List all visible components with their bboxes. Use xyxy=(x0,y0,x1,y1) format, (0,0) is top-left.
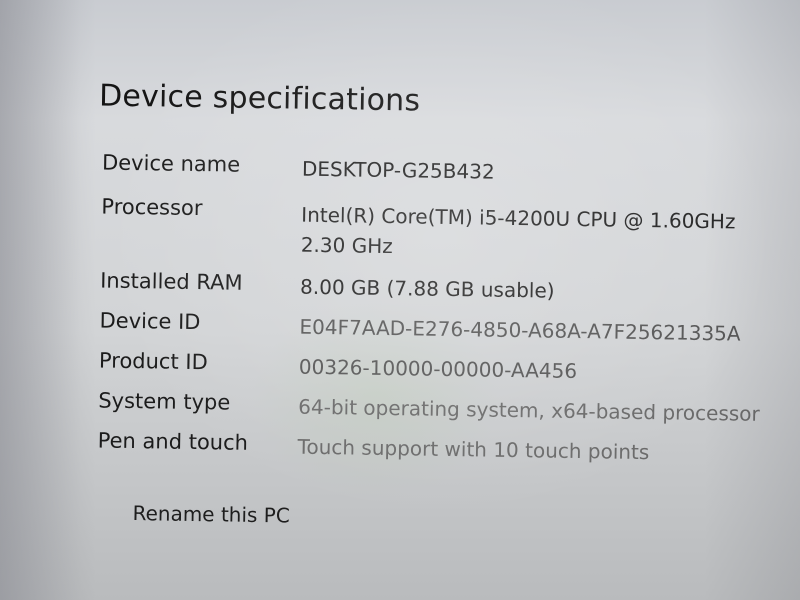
spec-value: E04F7AAD-E276-4850-A68A-A7F25621335A xyxy=(299,314,741,346)
spec-value: 00326-10000-00000-AA456 xyxy=(298,354,578,384)
spec-label: Processor xyxy=(101,194,203,221)
spec-row-pen-and-touch: Pen and touch Touch support with 10 touc… xyxy=(97,428,797,469)
spec-row-product-id: Product ID 00326-10000-00000-AA456 xyxy=(99,348,799,389)
spec-value: 64-bit operating system, x64-based proce… xyxy=(298,394,760,426)
section-title: Device specifications xyxy=(98,78,421,119)
spec-row-system-type: System type 64-bit operating system, x64… xyxy=(98,388,798,429)
spec-value: Touch support with 10 touch points xyxy=(297,434,650,465)
spec-value: DESKTOP-G25B432 xyxy=(301,156,495,184)
spec-label: Product ID xyxy=(98,348,208,375)
rename-pc-button[interactable]: Rename this PC xyxy=(132,501,290,527)
spec-label: Pen and touch xyxy=(97,428,249,455)
spec-label: Device name xyxy=(101,150,241,177)
spec-row-installed-ram: Installed RAM 8.00 GB (7.88 GB usable) xyxy=(100,269,800,310)
spec-label: Installed RAM xyxy=(100,268,243,295)
spec-label: Device ID xyxy=(99,308,201,335)
spec-row-processor: Processor Intel(R) Core(TM) i5-4200U CPU… xyxy=(101,195,800,268)
spec-value-line2: 2.30 GHz xyxy=(300,232,393,259)
device-specifications-panel: Device specifications Device name DESKTO… xyxy=(61,40,800,600)
spec-row-device-name: Device name DESKTOP-G25B432 xyxy=(102,151,800,192)
spec-label: System type xyxy=(98,388,231,415)
spec-row-device-id: Device ID E04F7AAD-E276-4850-A68A-A7F256… xyxy=(99,309,799,350)
spec-value: 8.00 GB (7.88 GB usable) xyxy=(299,274,555,303)
